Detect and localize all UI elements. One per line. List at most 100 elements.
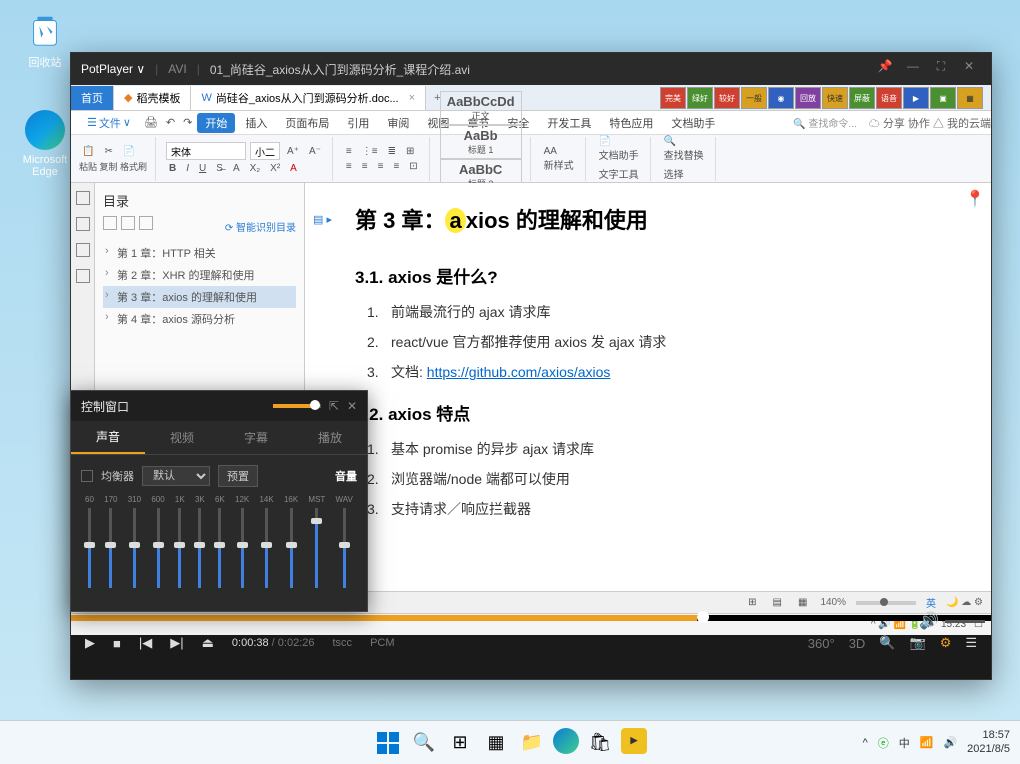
potplayer-button[interactable]: ▶ <box>621 728 647 754</box>
video-progress[interactable]: 🔊 <box>71 615 991 621</box>
toc-collapse[interactable] <box>121 216 135 230</box>
view-icon2[interactable]: ▦ <box>795 596 810 609</box>
toc-opt[interactable] <box>139 216 153 230</box>
eq-band-slider[interactable] <box>218 508 221 588</box>
paste-btn[interactable]: 📋 <box>79 145 97 158</box>
toc-smart-link[interactable]: ⟳ 智能识别目录 <box>225 219 296 234</box>
search-button[interactable]: 🔍 <box>409 728 439 758</box>
capture-icon[interactable]: 📷 <box>910 635 926 651</box>
toc-item-1[interactable]: 第 1 章：HTTP 相关 <box>103 242 296 264</box>
cw-master-slider[interactable] <box>273 404 321 408</box>
find-btn[interactable]: 🔍查找替换 <box>661 135 707 163</box>
cw-tab-audio[interactable]: 声音 <box>71 421 145 454</box>
eq-band-slider[interactable] <box>157 508 160 588</box>
edge-button[interactable] <box>553 728 579 754</box>
new-style-btn[interactable]: AA新样式 <box>541 145 577 173</box>
toc-item-3[interactable]: 第 3 章：axios 的理解和使用 <box>103 286 296 308</box>
edge-shortcut[interactable]: Microsoft Edge <box>15 110 75 178</box>
tab-home[interactable]: 首页 <box>71 86 114 110</box>
tab-file[interactable]: W尚硅谷_axios从入门到源码分析.doc...× <box>191 86 426 110</box>
menu-layout[interactable]: 页面布局 <box>277 113 337 133</box>
badge-10[interactable]: ▶ <box>903 87 929 109</box>
badge-9[interactable]: 语音 <box>876 87 902 109</box>
italic-btn[interactable]: I <box>183 162 192 175</box>
menu-helper[interactable]: 文档助手 <box>663 113 723 133</box>
eq-band-slider[interactable] <box>290 508 293 588</box>
menu-special[interactable]: 特色应用 <box>601 113 661 133</box>
volume-slider[interactable] <box>945 620 985 623</box>
toc-item-2[interactable]: 第 2 章：XHR 的理解和使用 <box>103 264 296 286</box>
search-icon[interactable]: 🔍 <box>879 635 895 651</box>
eq-preset-select[interactable]: 默认 <box>142 466 210 486</box>
doc-helper-btn[interactable]: 📄文档助手 <box>596 135 642 163</box>
app-name[interactable]: PotPlayer ∨ <box>81 62 145 76</box>
maximize-button[interactable]: ⛶ <box>929 59 953 79</box>
clock[interactable]: 18:57 2021/8/5 <box>967 729 1010 755</box>
eq-band-slider[interactable] <box>88 508 91 588</box>
eq-band-slider[interactable] <box>343 508 346 588</box>
ime-button[interactable]: 中 <box>899 735 910 751</box>
volume-tray-icon[interactable]: 🔊 <box>943 736 957 749</box>
toc-item-4[interactable]: 第 4 章：axios 源码分析 <box>103 308 296 330</box>
cw-tab-video[interactable]: 视频 <box>145 421 219 454</box>
badge-1[interactable]: 完美 <box>660 87 686 109</box>
badge-5[interactable]: ◉ <box>768 87 794 109</box>
section-tag-icon[interactable]: ▤ ▸ <box>313 213 332 226</box>
eq-band-slider[interactable] <box>265 508 268 588</box>
recycle-bin[interactable]: 回收站 <box>15 10 75 70</box>
file-menu[interactable]: ☰ 文件 ∨ <box>79 113 139 133</box>
wifi-icon[interactable]: 📶 <box>920 736 934 749</box>
eq-band-slider[interactable] <box>178 508 181 588</box>
badge-3[interactable]: 较好 <box>714 87 740 109</box>
3d-button[interactable]: 3D <box>849 636 866 651</box>
settings-icon[interactable]: ⚙ <box>940 635 952 651</box>
font-select[interactable] <box>166 142 246 160</box>
doc-link[interactable]: https://github.com/axios/axios <box>427 364 611 380</box>
tray-security-icon[interactable]: ⓔ <box>878 735 889 751</box>
select-btn[interactable]: 选择 <box>661 165 707 182</box>
cw-pin-icon[interactable]: ⇱ <box>329 399 339 413</box>
explorer-button[interactable]: 📁 <box>517 728 547 758</box>
eq-band-slider[interactable] <box>198 508 201 588</box>
tray-chevron-icon[interactable]: ^ <box>863 737 868 749</box>
store-button[interactable]: 🛍 <box>585 728 615 758</box>
search-box[interactable]: 🔍 查找命令... <box>793 115 857 130</box>
ime-indicator[interactable]: 英 <box>926 595 936 610</box>
eq-band-slider[interactable] <box>133 508 136 588</box>
badge-7[interactable]: 快速 <box>822 87 848 109</box>
view-mode-icon[interactable]: ⊞ <box>745 596 759 609</box>
bold-btn[interactable]: B <box>166 162 179 175</box>
mini-comment-icon[interactable] <box>76 269 90 283</box>
eq-band-slider[interactable] <box>315 508 318 588</box>
eq-band-slider[interactable] <box>109 508 112 588</box>
menu-insert[interactable]: 插入 <box>237 113 275 133</box>
qat-undo[interactable]: ↶ <box>163 115 178 130</box>
view-icon[interactable]: ▤ <box>770 596 785 609</box>
360-button[interactable]: 360° <box>808 636 835 651</box>
zoom-level[interactable]: 140% <box>820 597 846 608</box>
zoom-slider[interactable] <box>856 601 916 605</box>
cw-tab-subtitle[interactable]: 字幕 <box>219 421 293 454</box>
style-gallery[interactable]: AaBbCcDd正文 AaBb标题 1 AaBbC标题 2 AaBbCc标题 3 <box>440 137 531 181</box>
underline-btn[interactable]: U <box>196 162 209 175</box>
badge-2[interactable]: 绿好 <box>687 87 713 109</box>
qat-redo[interactable]: ↷ <box>180 115 195 130</box>
menu-ref[interactable]: 引用 <box>339 113 377 133</box>
menu-review[interactable]: 审阅 <box>379 113 417 133</box>
mini-toc-icon[interactable] <box>76 191 90 205</box>
progress-thumb[interactable] <box>697 611 709 623</box>
eq-checkbox[interactable] <box>81 470 93 482</box>
cw-tab-play[interactable]: 播放 <box>293 421 367 454</box>
cw-close-icon[interactable]: ✕ <box>347 399 357 413</box>
location-icon[interactable]: 📍 <box>965 189 985 209</box>
eject-button[interactable]: ⏏ <box>202 635 214 651</box>
close-button[interactable]: ✕ <box>957 59 981 79</box>
badge-12[interactable]: ▦ <box>957 87 983 109</box>
start-button[interactable] <box>373 728 403 758</box>
menu-start[interactable]: 开始 <box>197 113 235 133</box>
minimize-button[interactable]: — <box>901 59 925 79</box>
eq-preset-btn[interactable]: 预置 <box>218 465 258 487</box>
text-tool-btn[interactable]: 文字工具 <box>596 165 642 182</box>
pin-icon[interactable]: 📌 <box>873 59 897 79</box>
toc-expand[interactable] <box>103 216 117 230</box>
